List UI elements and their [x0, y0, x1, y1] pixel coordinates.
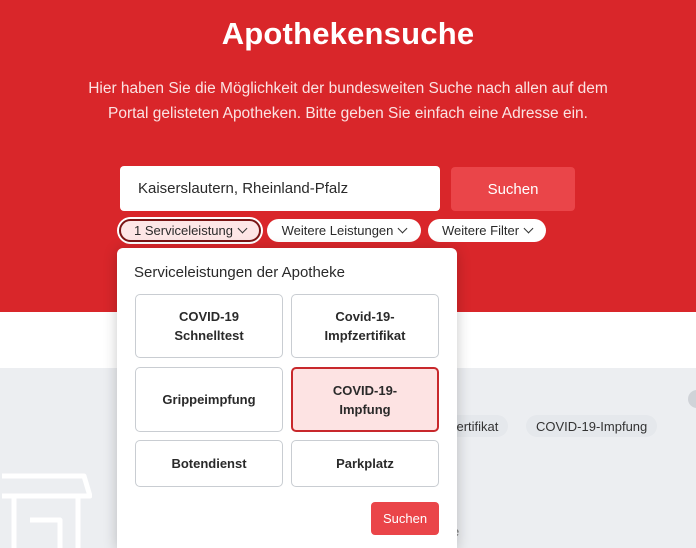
option-label-line1: Covid-19-: [335, 309, 395, 324]
service-option-covid-impfung[interactable]: COVID-19- Impfung: [291, 367, 439, 432]
page-title: Apothekensuche: [221, 16, 475, 51]
option-label-line1: COVID-19-: [332, 382, 398, 398]
result-tag-covid-impfung: COVID-19-Impfung: [526, 415, 658, 437]
description-line-2: Portal gelisteten Apotheken. Bitte geben…: [108, 105, 588, 122]
option-label-line2: Schnelltest: [174, 328, 244, 343]
dropdown-search-button[interactable]: Suchen: [371, 502, 439, 535]
filter-weitere-filter-label: Weitere Filter: [441, 223, 520, 238]
option-label-line2: Impfzertifikat: [324, 328, 406, 343]
search-button[interactable]: Suchen: [451, 167, 575, 211]
filter-weitere-filter[interactable]: Weitere Filter: [428, 219, 546, 242]
service-option-grippeimpfung[interactable]: Grippeimpfung: [135, 367, 283, 432]
filter-weitere-leistungen-label: Weitere Leistungen: [281, 223, 394, 238]
filter-weitere-leistungen[interactable]: Weitere Leistungen: [267, 219, 421, 242]
chevron-down-icon: [237, 223, 248, 234]
service-option-covid-impfzertifikat[interactable]: Covid-19- Impfzertifikat: [291, 294, 439, 358]
chevron-down-icon: [397, 223, 408, 234]
page-description: Hier haben Sie die Möglichkeit der bunde…: [40, 76, 656, 126]
option-label-line1: Grippeimpfung: [162, 392, 256, 407]
option-label-line2: Impfung: [339, 401, 391, 417]
service-option-parkplatz[interactable]: Parkplatz: [291, 440, 439, 487]
address-search-input[interactable]: [120, 166, 440, 211]
service-option-covid-schnelltest[interactable]: COVID-19 Schnelltest: [135, 294, 283, 358]
filter-serviceleistung[interactable]: 1 Serviceleistung: [119, 219, 261, 242]
storefront-icon: [2, 473, 92, 548]
filter-serviceleistung-label: 1 Serviceleistung: [134, 223, 233, 238]
service-dropdown-panel: Serviceleistungen der Apotheke COVID-19 S…: [117, 248, 457, 548]
option-label-line1: Botendienst: [171, 456, 247, 471]
option-label-line1: COVID-19: [179, 309, 239, 324]
option-label-line1: Parkplatz: [336, 456, 394, 471]
description-line-1: Hier haben Sie die Möglichkeit der bunde…: [88, 80, 608, 97]
service-option-botendienst[interactable]: Botendienst: [135, 440, 283, 487]
dropdown-title: Serviceleistungen der Apotheke: [134, 264, 345, 281]
chevron-down-icon: [523, 223, 534, 234]
